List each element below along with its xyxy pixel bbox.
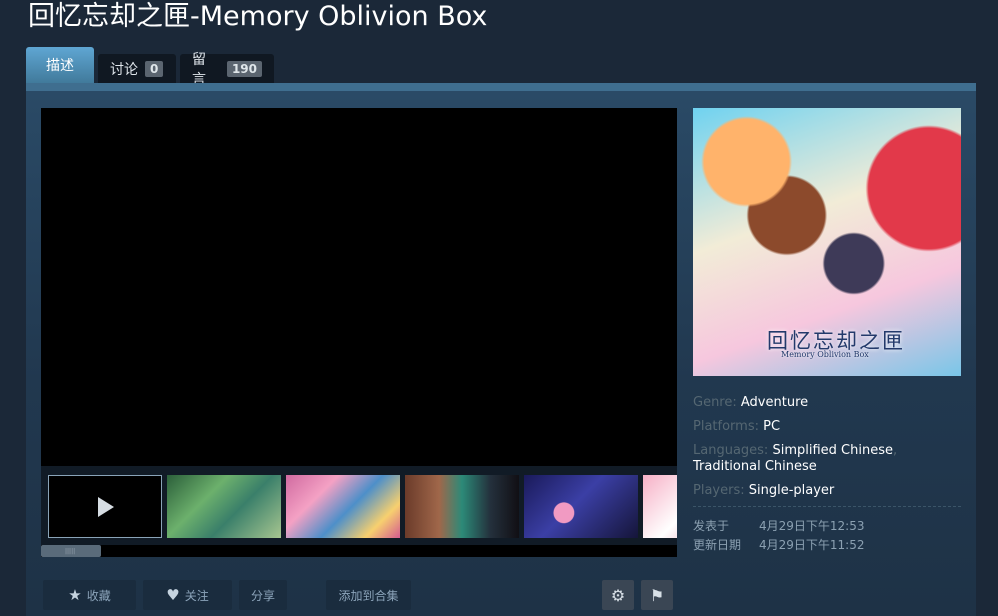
updated-row: 更新日期 4月29日下午11:52 <box>693 536 865 555</box>
settings-button[interactable]: ⚙ <box>602 580 634 610</box>
scroll-thumb[interactable]: ||||| <box>41 545 101 557</box>
share-button[interactable]: 分享 <box>239 580 287 610</box>
favorite-label: 收藏 <box>86 588 111 603</box>
updated-label: 更新日期 <box>693 538 742 552</box>
screenshot-thumbnail[interactable] <box>643 475 677 538</box>
gear-icon: ⚙ <box>610 585 626 605</box>
posted-label: 发表于 <box>693 519 730 533</box>
platforms-link[interactable]: PC <box>763 419 780 434</box>
genre-link[interactable]: Adventure <box>741 395 808 410</box>
count-badge: 190 <box>226 60 262 77</box>
posted-row: 发表于 4月29日下午12:53 <box>693 517 865 536</box>
languages-label: Languages: <box>693 443 769 458</box>
languages-row: Languages: Simplified Chinese, Tradition… <box>693 443 961 475</box>
screenshot-thumbnail[interactable] <box>524 475 638 538</box>
tab-label: 讨论 <box>110 61 138 78</box>
video-thumbnail[interactable] <box>48 475 162 538</box>
updated-value: 4月29日下午11:52 <box>759 538 865 552</box>
posted-value: 4月29日下午12:53 <box>759 519 865 533</box>
favorite-button[interactable]: ★ 收藏 <box>43 580 136 610</box>
follow-label: 关注 <box>184 588 209 603</box>
play-icon <box>98 497 114 517</box>
follow-button[interactable]: ♥ 关注 <box>143 580 232 610</box>
language-link[interactable]: Simplified Chinese <box>772 443 893 458</box>
tab-label: 描述 <box>46 58 74 74</box>
players-link[interactable]: Single-player <box>749 483 835 498</box>
language-separator: , <box>892 443 898 458</box>
genre-label: Genre: <box>693 395 737 410</box>
page-title: 回忆忘却之匣-Memory Oblivion Box <box>28 1 488 32</box>
genre-row: Genre: Adventure <box>693 395 961 411</box>
report-button[interactable]: ⚑ <box>641 580 673 610</box>
screenshot-thumbnail[interactable] <box>405 475 519 538</box>
grip-icon: ||||| <box>65 548 76 555</box>
language-link[interactable]: Traditional Chinese <box>693 459 817 474</box>
screenshot-thumbnail[interactable] <box>286 475 400 538</box>
content-panel: ||||| 回忆忘却之匣 Memory Oblivion Box Genre: … <box>26 83 976 616</box>
count-badge: 0 <box>145 60 164 77</box>
screenshot-thumbnail[interactable] <box>167 475 281 538</box>
platforms-row: Platforms: PC <box>693 419 961 435</box>
tab-discussions[interactable]: 讨论 0 <box>98 54 176 83</box>
flag-icon: ⚑ <box>649 585 665 605</box>
capsule-logo-subtitle: Memory Oblivion Box <box>781 350 869 359</box>
game-details: Genre: Adventure Platforms: PC Languages… <box>693 395 961 507</box>
tab-comments[interactable]: 留言 190 <box>180 52 274 88</box>
date-info: 发表于 4月29日下午12:53 更新日期 4月29日下午11:52 <box>693 517 865 555</box>
divider <box>693 506 961 507</box>
thumbnail-scrollbar[interactable]: ||||| <box>41 545 677 557</box>
star-icon: ★ <box>68 586 82 604</box>
platforms-label: Platforms: <box>693 419 759 434</box>
capsule-image: 回忆忘却之匣 Memory Oblivion Box <box>693 108 961 376</box>
tab-description[interactable]: 描述 <box>26 47 94 83</box>
players-row: Players: Single-player <box>693 483 961 499</box>
media-player[interactable]: ||||| <box>41 108 677 557</box>
share-label: 分享 <box>250 588 275 603</box>
thumbnail-strip <box>41 466 677 545</box>
heart-icon: ♥ <box>166 586 180 604</box>
players-label: Players: <box>693 483 745 498</box>
add-collection-label: 添加到合集 <box>338 588 399 603</box>
add-to-collection-button[interactable]: 添加到合集 <box>326 580 411 610</box>
